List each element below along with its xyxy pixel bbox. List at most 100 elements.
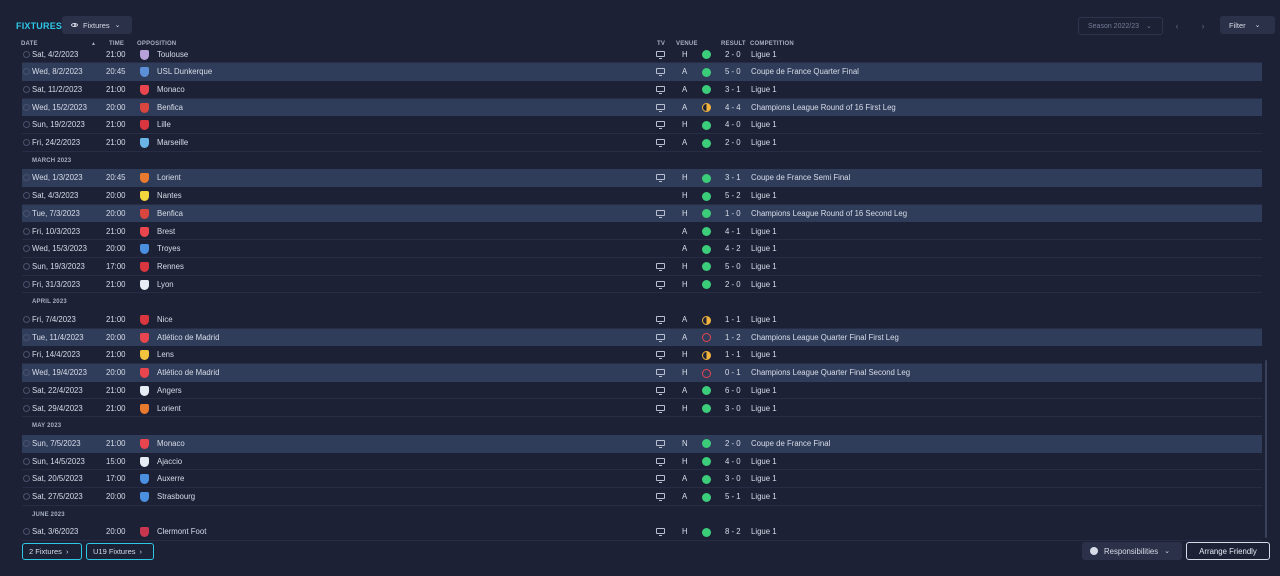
opposition-name[interactable]: Brest bbox=[157, 227, 175, 236]
fixture-row[interactable]: Sat, 29/4/2023 21:00 Lorient H 3 - 0 Ligue 1 bbox=[22, 400, 1262, 418]
opposition-name[interactable]: Monaco bbox=[157, 85, 185, 94]
col-time[interactable]: TIME bbox=[109, 41, 124, 47]
competition-name[interactable]: Ligue 1 bbox=[751, 191, 777, 200]
arrange-friendly-button[interactable]: Arrange Friendly bbox=[1186, 542, 1270, 560]
opposition-name[interactable]: USL Dunkerque bbox=[157, 67, 212, 76]
opposition-name[interactable]: Auxerre bbox=[157, 474, 184, 483]
col-competition[interactable]: COMPETITION bbox=[750, 41, 794, 47]
score[interactable]: 5 - 0 bbox=[725, 262, 741, 271]
fixture-row[interactable]: Sun, 19/2/2023 21:00 Lille H 4 - 0 Ligue 1 bbox=[22, 116, 1262, 134]
opposition-name[interactable]: Nice bbox=[157, 315, 173, 324]
opposition-name[interactable]: Ajaccio bbox=[157, 457, 182, 466]
score[interactable]: 6 - 0 bbox=[725, 386, 741, 395]
fixtures-link-button[interactable]: 2 Fixtures › bbox=[22, 543, 82, 560]
competition-name[interactable]: Ligue 1 bbox=[751, 457, 777, 466]
fixture-row[interactable]: Fri, 7/4/2023 21:00 Nice A 1 - 1 Ligue 1 bbox=[22, 311, 1262, 329]
competition-name[interactable]: Ligue 1 bbox=[751, 280, 777, 289]
fixture-row[interactable]: Fri, 24/2/2023 21:00 Marseille A 2 - 0 Ligue … bbox=[22, 134, 1262, 152]
score[interactable]: 1 - 0 bbox=[725, 209, 741, 218]
fixture-row[interactable]: Wed, 8/2/2023 20:45 USL Dunkerque A 5 - 0 Cou… bbox=[22, 63, 1262, 81]
fixture-row[interactable]: Tue, 11/4/2023 20:00 Atlético de Madrid A 1 … bbox=[22, 328, 1262, 347]
opposition-name[interactable]: Monaco bbox=[157, 439, 185, 448]
col-result[interactable]: RESULT bbox=[721, 41, 746, 47]
fixture-row[interactable]: Sat, 11/2/2023 21:00 Monaco A 3 - 1 Ligue 1 bbox=[22, 81, 1262, 99]
col-tv[interactable]: TV bbox=[657, 41, 665, 47]
competition-name[interactable]: Ligue 1 bbox=[751, 386, 777, 395]
score[interactable]: 2 - 0 bbox=[725, 439, 741, 448]
score[interactable]: 3 - 1 bbox=[725, 85, 741, 94]
competition-name[interactable]: Ligue 1 bbox=[751, 262, 777, 271]
score[interactable]: 1 - 1 bbox=[725, 350, 741, 359]
competition-name[interactable]: Ligue 1 bbox=[751, 85, 777, 94]
score[interactable]: 1 - 1 bbox=[725, 315, 741, 324]
competition-name[interactable]: Champions League Round of 16 Second Leg bbox=[751, 209, 907, 218]
score[interactable]: 4 - 0 bbox=[725, 120, 741, 129]
fixture-row[interactable]: Tue, 7/3/2023 20:00 Benfica H 1 - 0 Champions… bbox=[22, 204, 1262, 223]
opposition-name[interactable]: Lorient bbox=[157, 173, 181, 182]
fixture-row[interactable]: Wed, 1/3/2023 20:45 Lorient H 3 - 1 Coupe de … bbox=[22, 169, 1262, 188]
score[interactable]: 4 - 2 bbox=[725, 244, 741, 253]
scrollbar[interactable] bbox=[1265, 360, 1267, 538]
fixture-row[interactable]: Sun, 14/5/2023 15:00 Ajaccio H 4 - 0 Ligue 1 bbox=[22, 453, 1262, 471]
score[interactable]: 4 - 1 bbox=[725, 227, 741, 236]
score[interactable]: 2 - 0 bbox=[725, 50, 741, 59]
competition-name[interactable]: Ligue 1 bbox=[751, 474, 777, 483]
competition-name[interactable]: Champions League Quarter Final First Leg bbox=[751, 333, 899, 342]
fixture-row[interactable]: Sun, 19/3/2023 17:00 Rennes H 5 - 0 Ligue 1 bbox=[22, 258, 1262, 276]
score[interactable]: 8 - 2 bbox=[725, 527, 741, 536]
next-season-button[interactable]: › bbox=[1192, 17, 1214, 35]
score[interactable]: 1 - 2 bbox=[725, 333, 741, 342]
competition-name[interactable]: Ligue 1 bbox=[751, 527, 777, 536]
col-venue[interactable]: VENUE bbox=[676, 41, 698, 47]
fixture-row[interactable]: Fri, 31/3/2023 21:00 Lyon H 2 - 0 Ligue 1 bbox=[22, 276, 1262, 294]
competition-name[interactable]: Ligue 1 bbox=[751, 138, 777, 147]
fixture-row[interactable]: Sat, 4/3/2023 20:00 Nantes H 5 - 2 Ligue 1 bbox=[22, 187, 1262, 205]
col-date[interactable]: DATE bbox=[21, 41, 38, 47]
opposition-name[interactable]: Atlético de Madrid bbox=[157, 368, 219, 377]
opposition-name[interactable]: Troyes bbox=[157, 244, 181, 253]
previous-season-button[interactable]: ‹ bbox=[1166, 17, 1188, 35]
fixture-row[interactable]: Sat, 3/6/2023 20:00 Clermont Foot H 8 - 2 Lig… bbox=[22, 523, 1262, 542]
opposition-name[interactable]: Nantes bbox=[157, 191, 182, 200]
score[interactable]: 5 - 0 bbox=[725, 67, 741, 76]
score[interactable]: 3 - 0 bbox=[725, 404, 741, 413]
fixture-row[interactable]: Wed, 15/2/2023 20:00 Benfica A 4 - 4 Champion… bbox=[22, 98, 1262, 117]
competition-name[interactable]: Ligue 1 bbox=[751, 350, 777, 359]
opposition-name[interactable]: Lyon bbox=[157, 280, 174, 289]
opposition-name[interactable]: Benfica bbox=[157, 103, 183, 112]
competition-name[interactable]: Ligue 1 bbox=[751, 50, 777, 59]
competition-name[interactable]: Champions League Quarter Final Second Le… bbox=[751, 368, 910, 377]
competition-name[interactable]: Ligue 1 bbox=[751, 227, 777, 236]
responsibilities-button[interactable]: Responsibilities ⌄ bbox=[1082, 542, 1182, 560]
competition-name[interactable]: Ligue 1 bbox=[751, 244, 777, 253]
fixture-row[interactable]: Fri, 10/3/2023 21:00 Brest A 4 - 1 Ligue 1 bbox=[22, 223, 1262, 241]
fixture-row[interactable]: Fri, 14/4/2023 21:00 Lens H 1 - 1 Ligue 1 bbox=[22, 346, 1262, 365]
competition-name[interactable]: Ligue 1 bbox=[751, 492, 777, 501]
opposition-name[interactable]: Strasbourg bbox=[157, 492, 195, 501]
opposition-name[interactable]: Benfica bbox=[157, 209, 183, 218]
competition-name[interactable]: Ligue 1 bbox=[751, 404, 777, 413]
view-dropdown[interactable]: Fixtures ⌄ bbox=[62, 16, 132, 34]
score[interactable]: 0 - 1 bbox=[725, 368, 741, 377]
fixture-row[interactable]: Sat, 4/2/2023 21:00 Toulouse H 2 - 0 Ligue 1 bbox=[22, 49, 1262, 64]
competition-name[interactable]: Ligue 1 bbox=[751, 120, 777, 129]
opposition-name[interactable]: Toulouse bbox=[157, 50, 188, 59]
fixture-row[interactable]: Sat, 20/5/2023 17:00 Auxerre A 3 - 0 Ligue 1 bbox=[22, 470, 1262, 488]
score[interactable]: 3 - 1 bbox=[725, 173, 741, 182]
opposition-name[interactable]: Rennes bbox=[157, 262, 184, 271]
score[interactable]: 3 - 0 bbox=[725, 474, 741, 483]
season-select[interactable]: Season 2022/23 ⌄ bbox=[1078, 17, 1163, 35]
opposition-name[interactable]: Marseille bbox=[157, 138, 188, 147]
opposition-name[interactable]: Lille bbox=[157, 120, 171, 129]
score[interactable]: 2 - 0 bbox=[725, 138, 741, 147]
fixture-row[interactable]: Sun, 7/5/2023 21:00 Monaco N 2 - 0 Coupe de F… bbox=[22, 434, 1262, 453]
score[interactable]: 2 - 0 bbox=[725, 280, 741, 289]
opposition-name[interactable]: Lens bbox=[157, 350, 174, 359]
fixture-row[interactable]: Wed, 19/4/2023 20:00 Atlético de Madrid H 0 … bbox=[22, 364, 1262, 382]
score[interactable]: 5 - 1 bbox=[725, 492, 741, 501]
col-opposition[interactable]: OPPOSITION bbox=[137, 41, 176, 47]
competition-name[interactable]: Champions League Round of 16 First Leg bbox=[751, 103, 896, 112]
opposition-name[interactable]: Lorient bbox=[157, 404, 181, 413]
score[interactable]: 4 - 0 bbox=[725, 457, 741, 466]
fixture-row[interactable]: Sat, 27/5/2023 20:00 Strasbourg A 5 - 1 Ligue… bbox=[22, 488, 1262, 506]
